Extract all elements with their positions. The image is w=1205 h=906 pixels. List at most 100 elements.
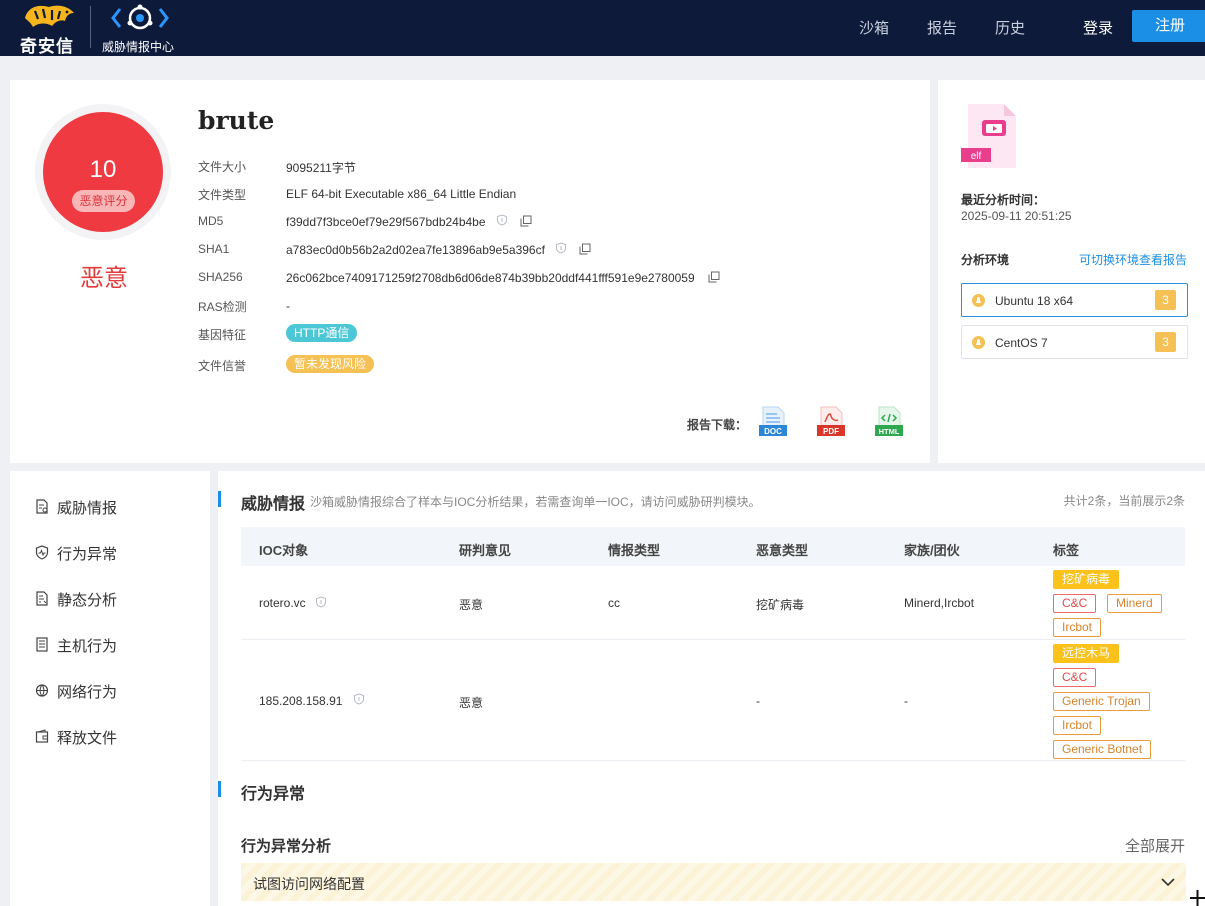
threat-intel-icon	[36, 499, 48, 514]
section-marker	[218, 491, 221, 507]
top-navbar: 奇安信 威胁情报中心 沙箱 报告 历史 登录 注册	[0, 0, 1205, 56]
table-row[interactable]: 185.208.158.91 恶意 - - 远控木马 C&C Generic T…	[241, 640, 1185, 761]
env-name: Ubuntu 18 x64	[995, 294, 1074, 308]
nav-report[interactable]: 报告	[927, 17, 957, 38]
brand-text: 奇安信	[20, 37, 74, 56]
last-analysis-title: 最近分析时间：	[961, 193, 1046, 207]
threat-center-icon	[111, 4, 169, 30]
nav-label: 行为异常	[57, 546, 118, 563]
file-type-label: 文件类型	[198, 188, 247, 202]
copy-icon[interactable]	[579, 243, 591, 255]
expand-all-button[interactable]: 全部展开	[1125, 835, 1185, 856]
ioc-tag[interactable]: Generic Trojan	[1053, 692, 1150, 711]
analysis-side-panel: elf 最近分析时间： 2025-09-11 20:51:25 分析环境 可切换…	[938, 80, 1205, 463]
login-link[interactable]: 登录	[1083, 17, 1113, 38]
static-analysis-icon	[36, 591, 48, 606]
env-count-badge: 3	[1155, 332, 1176, 352]
shield-pulse-icon	[35, 545, 49, 560]
env-item-ubuntu[interactable]: Ubuntu 18 x64 3	[961, 283, 1188, 317]
family-value: Minerd,Ircbot	[904, 596, 975, 610]
svg-text:DOC: DOC	[764, 427, 782, 436]
ioc-tag[interactable]: Ircbot	[1053, 716, 1102, 735]
nav-history[interactable]: 历史	[995, 17, 1025, 38]
env-item-centos[interactable]: CentOS 7 3	[961, 325, 1188, 359]
linux-icon	[972, 336, 985, 349]
qianxin-logo[interactable]: 奇安信	[18, 2, 80, 56]
gene-tag[interactable]: HTTP通信	[286, 324, 358, 342]
ras-label: RAS检测	[198, 300, 247, 314]
ioc-tag[interactable]: Ircbot	[1053, 618, 1102, 637]
copy-icon[interactable]	[520, 215, 532, 227]
col-family: 家族/团伙	[904, 543, 960, 558]
col-malice-type: 恶意类型	[756, 543, 809, 558]
ioc-tag[interactable]: 远控木马	[1053, 644, 1120, 663]
section-marker	[218, 781, 221, 797]
col-intel-type: 情报类型	[608, 543, 661, 558]
sha1-value: a783ec0d0b56b2a2d02ea7fe13896ab9e5a396cf	[286, 243, 545, 257]
html-download-icon[interactable]: HTML	[873, 406, 905, 438]
reputation-tag: 暂未发现风险	[286, 355, 375, 373]
col-tags: 标签	[1053, 543, 1080, 558]
pdf-download-icon[interactable]: PDF	[815, 406, 847, 438]
nav-label: 主机行为	[57, 638, 118, 655]
sha1-label: SHA1	[198, 242, 230, 256]
malice-type-value: -	[756, 694, 760, 708]
behavior-item[interactable]: 试图访问网络配置	[241, 863, 1186, 901]
wallet-file-icon	[35, 729, 49, 743]
env-name: CentOS 7	[995, 336, 1048, 350]
ras-value: -	[286, 299, 290, 313]
copy-icon[interactable]	[708, 271, 720, 283]
opinion-value: 恶意	[459, 598, 484, 612]
ioc-table-header: IOC对象 研判意见 情报类型 恶意类型 家族/团伙 标签	[241, 527, 1185, 566]
shield-query-icon[interactable]	[496, 214, 508, 226]
behavior-anomaly-title: 行为异常	[241, 786, 306, 803]
report-download-label: 报告下载：	[687, 418, 748, 432]
score-ring: 10 恶意评分	[35, 104, 171, 240]
tiger-logo-icon	[25, 5, 74, 28]
file-size-label: 文件大小	[198, 160, 247, 174]
nav-sandbox[interactable]: 沙箱	[859, 17, 889, 38]
col-ioc: IOC对象	[259, 543, 309, 558]
switch-env-link[interactable]: 可切换环境查看报告	[1079, 251, 1187, 268]
score-circle: 10 恶意评分	[43, 112, 163, 232]
threat-center-logo[interactable]: 威胁情报中心	[100, 2, 182, 54]
report-main-panel: 威胁情报 沙箱威胁情报综合了样本与IOC分析结果，若需查询单一IOC，请访问威胁…	[218, 471, 1205, 906]
md5-value: f39dd7f3bce0ef79e29f567bdb24b4be	[286, 215, 486, 229]
malicious-score: 10	[89, 156, 117, 183]
threat-intel-title: 威胁情报	[241, 496, 306, 513]
threat-center-text: 威胁情报中心	[102, 40, 175, 54]
ioc-tag[interactable]: C&C	[1053, 668, 1097, 687]
ioc-tag[interactable]: Generic Botnet	[1053, 740, 1152, 759]
file-size-value: 9095211字节	[286, 161, 356, 175]
score-label: 恶意评分	[72, 190, 135, 212]
table-row[interactable]: rotero.vc 恶意 cc 挖矿病毒 Minerd,Ircbot 挖矿病毒 …	[241, 566, 1185, 640]
sha256-label: SHA256	[198, 270, 243, 284]
elf-file-icon: elf	[961, 104, 1016, 168]
shield-query-icon[interactable]	[555, 242, 567, 254]
shield-query-icon[interactable]	[315, 596, 327, 608]
shield-query-icon[interactable]	[353, 693, 365, 705]
logo-divider	[90, 6, 91, 48]
svg-text:PDF: PDF	[823, 427, 839, 436]
doc-download-icon[interactable]: DOC	[757, 406, 789, 438]
env-title: 分析环境	[961, 253, 1010, 267]
sha256-value: 26c062bce7409171259f2708db6d06de874b39bb…	[286, 271, 695, 285]
ioc-tag[interactable]: Minerd	[1107, 594, 1162, 613]
chevron-down-icon[interactable]	[1160, 874, 1176, 890]
register-button[interactable]: 注册	[1132, 10, 1205, 42]
family-value: -	[904, 694, 908, 708]
file-type-value: ELF 64-bit Executable x86_64 Little Endi…	[286, 187, 517, 201]
ioc-value[interactable]: rotero.vc	[259, 596, 306, 610]
opinion-value: 恶意	[459, 696, 484, 710]
report-section-nav: 威胁情报 行为异常 静态分析 主机行为 网络行为 释放文件	[10, 471, 210, 906]
md5-label: MD5	[198, 214, 224, 228]
ioc-tag[interactable]: C&C	[1053, 594, 1097, 613]
threat-intel-desc: 沙箱威胁情报综合了样本与IOC分析结果，若需查询单一IOC，请访问威胁研判模块。	[310, 495, 761, 509]
ioc-value[interactable]: 185.208.158.91	[259, 694, 342, 708]
nav-label: 网络行为	[57, 684, 118, 701]
behavior-analysis-subtitle: 行为异常分析	[241, 838, 332, 855]
behavior-item-label: 试图访问网络配置	[253, 876, 365, 892]
host-icon	[36, 637, 48, 652]
nav-label: 释放文件	[57, 730, 118, 747]
ioc-tag[interactable]: 挖矿病毒	[1053, 570, 1120, 589]
